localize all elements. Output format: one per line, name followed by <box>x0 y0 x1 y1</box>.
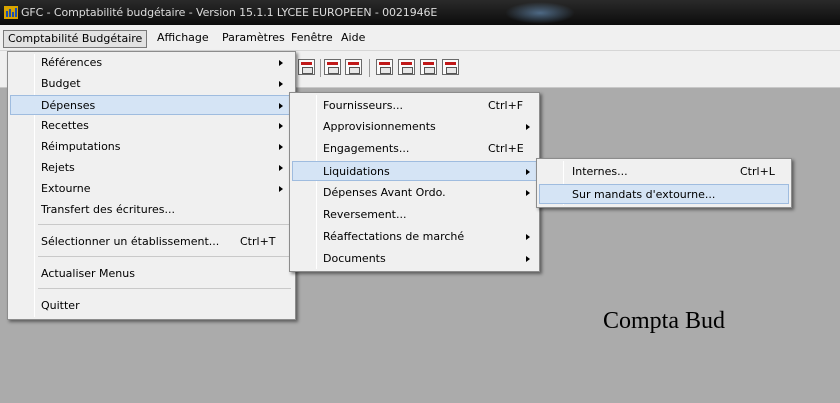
submenu-arrow-icon <box>279 60 283 66</box>
toolbar-document-icon[interactable] <box>345 59 362 75</box>
submenu-arrow-icon <box>279 186 283 192</box>
menu-item-shortcut: Ctrl+L <box>740 165 775 178</box>
menu-item-depenses[interactable]: Dépenses <box>10 95 293 115</box>
menu-item-label: Transfert des écritures... <box>41 203 175 216</box>
menu-item-sur-mandats-extourne[interactable]: Sur mandats d'extourne... <box>539 184 789 204</box>
menu-item-approvisionnements[interactable]: Approvisionnements <box>292 117 537 137</box>
toolbar-grid-icon[interactable] <box>420 59 437 75</box>
menu-item-label: Liquidations <box>323 165 390 178</box>
menu-item-reimputations[interactable]: Réimputations <box>10 137 293 157</box>
menu-item-transfert-ecritures[interactable]: Transfert des écritures... <box>10 200 293 220</box>
liquidations-submenu: Internes... Ctrl+L Sur mandats d'extourn… <box>536 158 792 208</box>
menu-item-references[interactable]: Références <box>10 53 293 73</box>
menu-item-liquidations[interactable]: Liquidations <box>292 161 537 181</box>
menu-item-label: Budget <box>41 77 81 90</box>
menu-item-label: Actualiser Menus <box>41 267 135 280</box>
menu-item-selectionner-etablissement[interactable]: Sélectionner un établissement... Ctrl+T <box>10 232 293 252</box>
menu-separator <box>38 288 291 289</box>
menu-item-extourne[interactable]: Extourne <box>10 179 293 199</box>
menu-item-rejets[interactable]: Rejets <box>10 158 293 178</box>
menu-item-engagements[interactable]: Engagements... Ctrl+E <box>292 139 537 159</box>
menu-item-shortcut: Ctrl+E <box>488 142 524 155</box>
menu-item-label: Dépenses Avant Ordo. <box>323 186 446 199</box>
toolbar-grid-icon[interactable] <box>442 59 459 75</box>
menu-item-quitter[interactable]: Quitter <box>10 296 293 316</box>
menu-item-label: Sur mandats d'extourne... <box>572 188 716 201</box>
menu-bar: Comptabilité Budgétaire Affichage Paramè… <box>0 25 840 51</box>
menu-item-label: Recettes <box>41 119 89 132</box>
menu-item-label: Internes... <box>572 165 628 178</box>
menu-item-label: Sélectionner un établissement... <box>41 235 220 248</box>
app-icon <box>4 6 18 19</box>
menu-item-documents[interactable]: Documents <box>292 249 537 269</box>
menu-fenetre[interactable]: Fenêtre <box>287 30 337 48</box>
menu-item-label: Approvisionnements <box>323 120 436 133</box>
menu-item-actualiser-menus[interactable]: Actualiser Menus <box>10 264 293 284</box>
menu-item-shortcut: Ctrl+T <box>240 235 276 248</box>
menu-separator <box>38 256 291 257</box>
submenu-arrow-icon <box>526 124 530 130</box>
title-bar: GFC - Comptabilité budgétaire - Version … <box>0 0 840 25</box>
menu-separator <box>38 224 291 225</box>
menu-item-label: Références <box>41 56 103 69</box>
menu-item-shortcut: Ctrl+F <box>488 99 524 112</box>
submenu-arrow-icon <box>279 81 283 87</box>
submenu-arrow-icon <box>279 144 283 150</box>
menu-affichage[interactable]: Affichage <box>153 30 213 48</box>
menu-item-label: Rejets <box>41 161 75 174</box>
toolbar-separator <box>320 59 321 77</box>
submenu-arrow-icon <box>279 165 283 171</box>
menu-aide[interactable]: Aide <box>337 30 369 48</box>
menu-item-budget[interactable]: Budget <box>10 74 293 94</box>
submenu-arrow-icon <box>526 256 530 262</box>
toolbar-grid-icon[interactable] <box>376 59 393 75</box>
menu-item-label: Documents <box>323 252 386 265</box>
submenu-arrow-icon <box>526 234 530 240</box>
menu-item-reaffectations-marche[interactable]: Réaffectations de marché <box>292 227 537 247</box>
toolbar-document-icon[interactable] <box>324 59 341 75</box>
toolbar-grid-icon[interactable] <box>398 59 415 75</box>
menu-item-label: Engagements... <box>323 142 410 155</box>
menu-item-fournisseurs[interactable]: Fournisseurs... Ctrl+F <box>292 96 537 116</box>
menu-item-label: Reversement... <box>323 208 407 221</box>
window-title: GFC - Comptabilité budgétaire - Version … <box>21 6 438 19</box>
menu-item-label: Fournisseurs... <box>323 99 403 112</box>
menu-item-depenses-avant-ordo[interactable]: Dépenses Avant Ordo. <box>292 183 537 203</box>
menu-comptabilite-budgetaire[interactable]: Comptabilité Budgétaire <box>3 30 148 48</box>
menu-item-label: Extourne <box>41 182 91 195</box>
comptabilite-budgetaire-menu: Références Budget Dépenses Recettes Réim… <box>7 51 296 320</box>
titlebar-glow <box>505 2 575 24</box>
toolbar-separator <box>369 59 370 77</box>
depenses-submenu: Fournisseurs... Ctrl+F Approvisionnement… <box>289 92 540 272</box>
menu-item-label: Réimputations <box>41 140 121 153</box>
menu-item-recettes[interactable]: Recettes <box>10 116 293 136</box>
menu-item-reversement[interactable]: Reversement... <box>292 205 537 225</box>
menu-item-label: Réaffectations de marché <box>323 230 465 243</box>
submenu-arrow-icon <box>526 190 530 196</box>
menu-item-label: Quitter <box>41 299 80 312</box>
submenu-arrow-icon <box>279 123 283 129</box>
toolbar-document-icon[interactable] <box>298 59 315 75</box>
menu-item-internes[interactable]: Internes... Ctrl+L <box>539 162 789 182</box>
submenu-arrow-icon <box>526 169 530 175</box>
workspace-label: Compta Bud <box>603 308 726 334</box>
menu-parametres[interactable]: Paramètres <box>218 30 289 48</box>
menu-item-label: Dépenses <box>41 99 96 112</box>
submenu-arrow-icon <box>279 103 283 109</box>
